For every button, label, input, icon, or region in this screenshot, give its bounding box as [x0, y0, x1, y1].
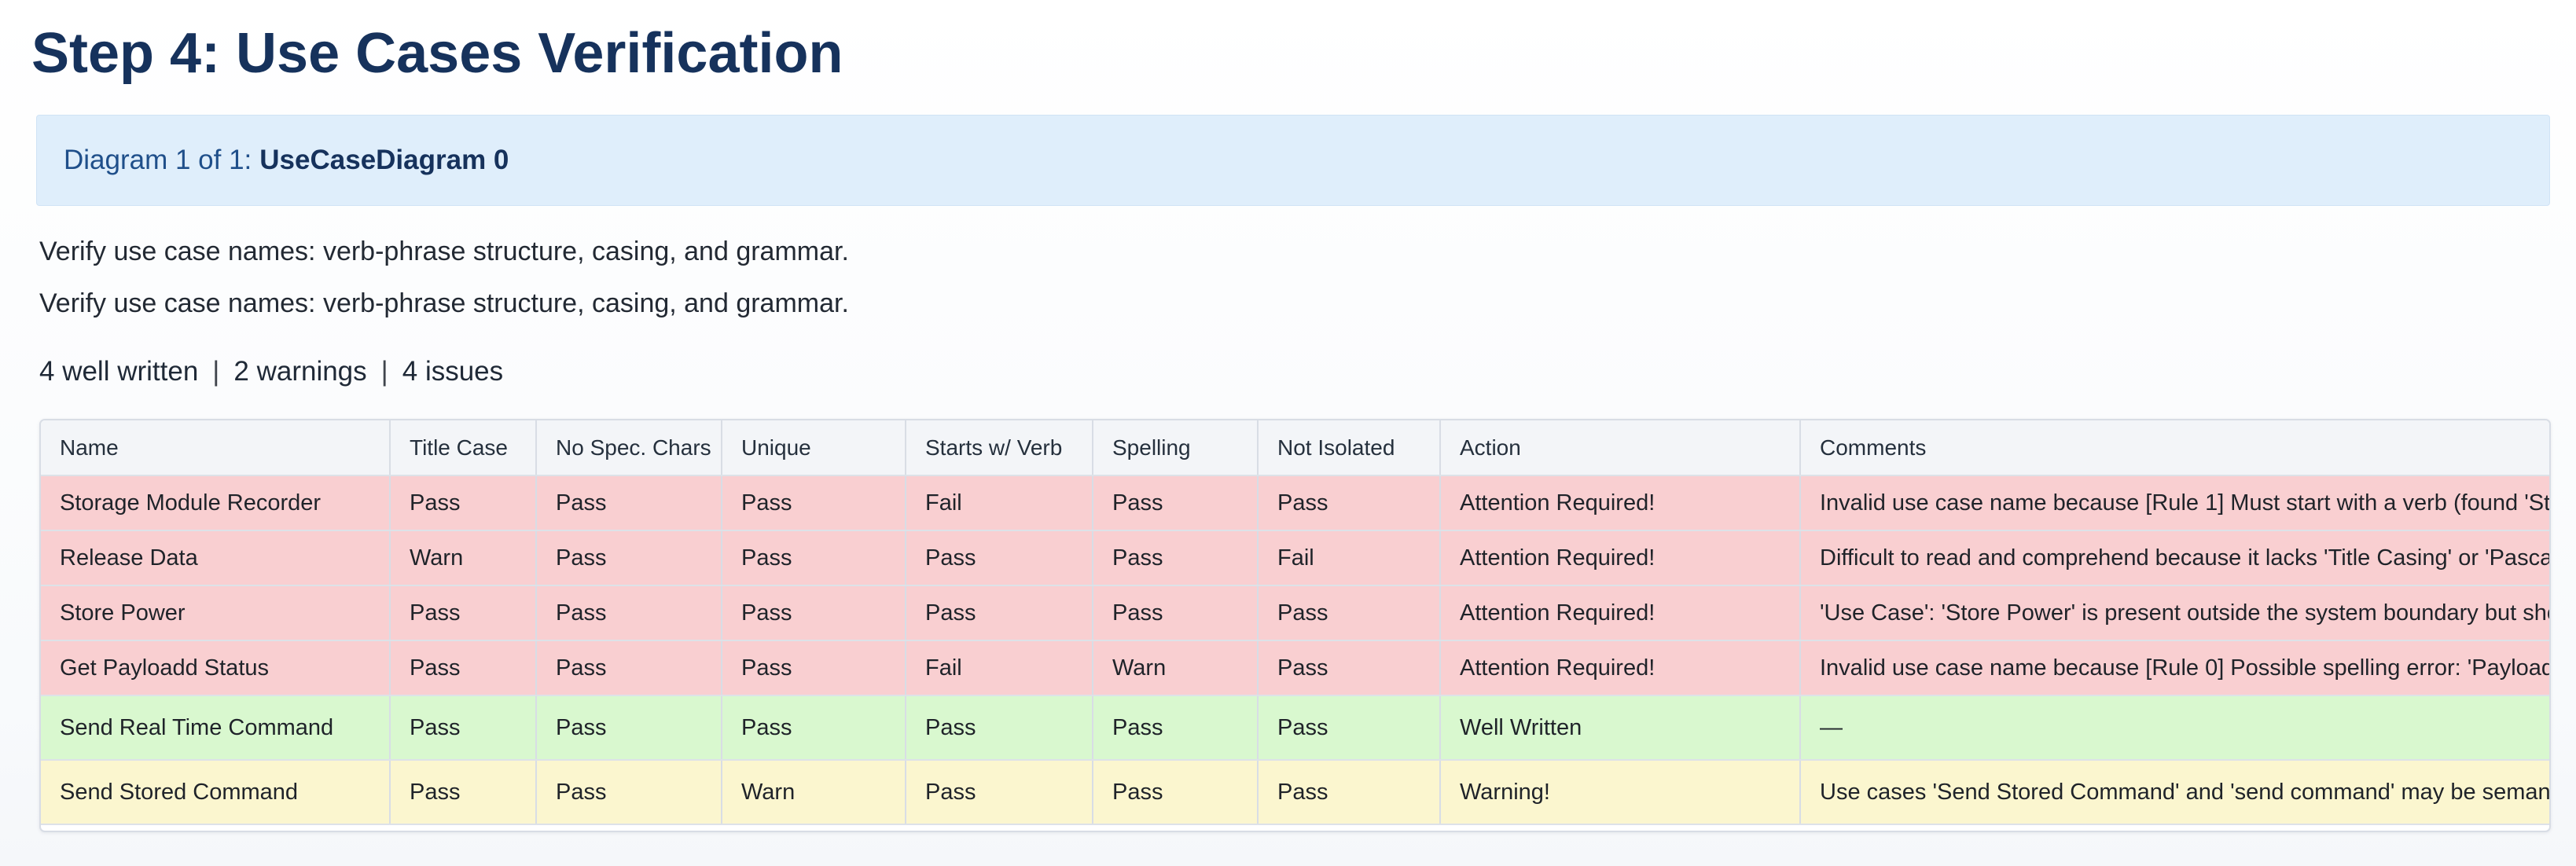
verification-page: Step 4: Use Cases Verification Diagram 1… [0, 0, 2576, 866]
unique-cell: Warn [722, 760, 906, 825]
starts-with-verb-cell: Pass [906, 585, 1093, 641]
issues-count: 4 issues [402, 356, 504, 387]
use-case-name-cell: Storage Module Recorder [41, 475, 391, 531]
verification-table-container: Name Title Case No Spec. Chars Unique St… [39, 419, 2551, 832]
table-row: Store Power Pass Pass Pass Pass Pass Pas… [41, 585, 2549, 641]
action-cell: Attention Required! [1440, 475, 1801, 531]
special-characters-cell: Pass [536, 530, 722, 586]
diagram-banner: Diagram 1 of 1: UseCaseDiagram 0 [36, 115, 2550, 206]
use-case-name-cell: Release Data [41, 530, 391, 586]
table-row: Storage Module Recorder Pass Pass Pass F… [41, 475, 2549, 531]
well-written-count: 4 well written [39, 356, 199, 387]
unique-cell: Pass [722, 530, 906, 586]
not-isolated-column-header: Not Isolated [1258, 420, 1441, 476]
action-cell: Well Written [1440, 695, 1801, 761]
spelling-cell: Pass [1093, 475, 1259, 531]
title-case-cell: Pass [390, 640, 537, 696]
comments-cell: — [1800, 695, 2549, 761]
title-case-cell: Warn [390, 530, 537, 586]
diagram-name: UseCaseDiagram 0 [259, 145, 509, 175]
not-isolated-cell: Pass [1258, 475, 1441, 531]
comments-cell: Use cases 'Send Stored Command' and 'sen… [1800, 760, 2549, 825]
starts-with-verb-cell: Fail [906, 475, 1093, 531]
unique-cell: Pass [722, 585, 906, 641]
not-isolated-cell: Pass [1258, 585, 1441, 641]
special-characters-cell: Pass [536, 475, 722, 531]
use-case-name-cell: Send Stored Command [41, 760, 391, 825]
spelling-cell: Pass [1093, 760, 1259, 825]
name-column-header: Name [41, 420, 391, 476]
verification-summary: 4 well written | 2 warnings | 4 issues [39, 353, 503, 391]
use-case-name-cell: Send Real Time Command [41, 695, 391, 761]
instruction-text: Verify use case names: verb-phrase struc… [39, 237, 849, 266]
special-characters-cell: Pass [536, 640, 722, 696]
not-isolated-cell: Pass [1258, 640, 1441, 696]
special-characters-column-header: No Spec. Chars [536, 420, 722, 476]
unique-cell: Pass [722, 640, 906, 696]
starts-with-verb-cell: Pass [906, 530, 1093, 586]
comments-cell: Invalid use case name because [Rule 1] M… [1800, 475, 2549, 531]
title-case-column-header: Title Case [390, 420, 537, 476]
action-cell: Attention Required! [1440, 640, 1801, 696]
spelling-column-header: Spelling [1093, 420, 1259, 476]
starts-with-verb-cell: Pass [906, 695, 1093, 761]
use-case-name-cell: Store Power [41, 585, 391, 641]
spelling-cell: Pass [1093, 695, 1259, 761]
title-case-cell: Pass [390, 585, 537, 641]
comments-column-header: Comments [1800, 420, 2549, 476]
not-isolated-cell: Pass [1258, 695, 1441, 761]
spelling-cell: Warn [1093, 640, 1259, 696]
warnings-count: 2 warnings [233, 356, 367, 387]
unique-cell: Pass [722, 695, 906, 761]
page-title: Step 4: Use Cases Verification [31, 22, 843, 85]
unique-cell: Pass [722, 475, 906, 531]
summary-separator: | [212, 356, 220, 387]
starts-with-verb-column-header: Starts w/ Verb [906, 420, 1093, 476]
comments-cell: Invalid use case name because [Rule 0] P… [1800, 640, 2549, 696]
use-case-verification-table: Name Title Case No Spec. Chars Unique St… [41, 420, 2549, 825]
instruction-text-repeat: Verify use case names: verb-phrase struc… [39, 288, 849, 318]
special-characters-cell: Pass [536, 695, 722, 761]
action-cell: Warning! [1440, 760, 1801, 825]
action-cell: Attention Required! [1440, 530, 1801, 586]
diagram-counter: Diagram 1 of 1: [64, 145, 252, 175]
special-characters-cell: Pass [536, 585, 722, 641]
unique-column-header: Unique [722, 420, 906, 476]
starts-with-verb-cell: Pass [906, 760, 1093, 825]
spelling-cell: Pass [1093, 530, 1259, 586]
starts-with-verb-cell: Fail [906, 640, 1093, 696]
comments-cell: 'Use Case': 'Store Power' is present out… [1800, 585, 2549, 641]
table-row: Release Data Warn Pass Pass Pass Pass Fa… [41, 530, 2549, 586]
table-header-row: Name Title Case No Spec. Chars Unique St… [41, 420, 2549, 476]
summary-separator: | [380, 356, 388, 387]
title-case-cell: Pass [390, 760, 537, 825]
spelling-cell: Pass [1093, 585, 1259, 641]
action-cell: Attention Required! [1440, 585, 1801, 641]
table-row: Get Payloadd Status Pass Pass Pass Fail … [41, 640, 2549, 696]
table-row: Send Real Time Command Pass Pass Pass Pa… [41, 695, 2549, 761]
not-isolated-cell: Pass [1258, 760, 1441, 825]
table-row: Send Stored Command Pass Pass Warn Pass … [41, 760, 2549, 825]
comments-cell: Difficult to read and comprehend because… [1800, 530, 2549, 586]
not-isolated-cell: Fail [1258, 530, 1441, 586]
action-column-header: Action [1440, 420, 1801, 476]
title-case-cell: Pass [390, 695, 537, 761]
special-characters-cell: Pass [536, 760, 722, 825]
title-case-cell: Pass [390, 475, 537, 531]
use-case-name-cell: Get Payloadd Status [41, 640, 391, 696]
